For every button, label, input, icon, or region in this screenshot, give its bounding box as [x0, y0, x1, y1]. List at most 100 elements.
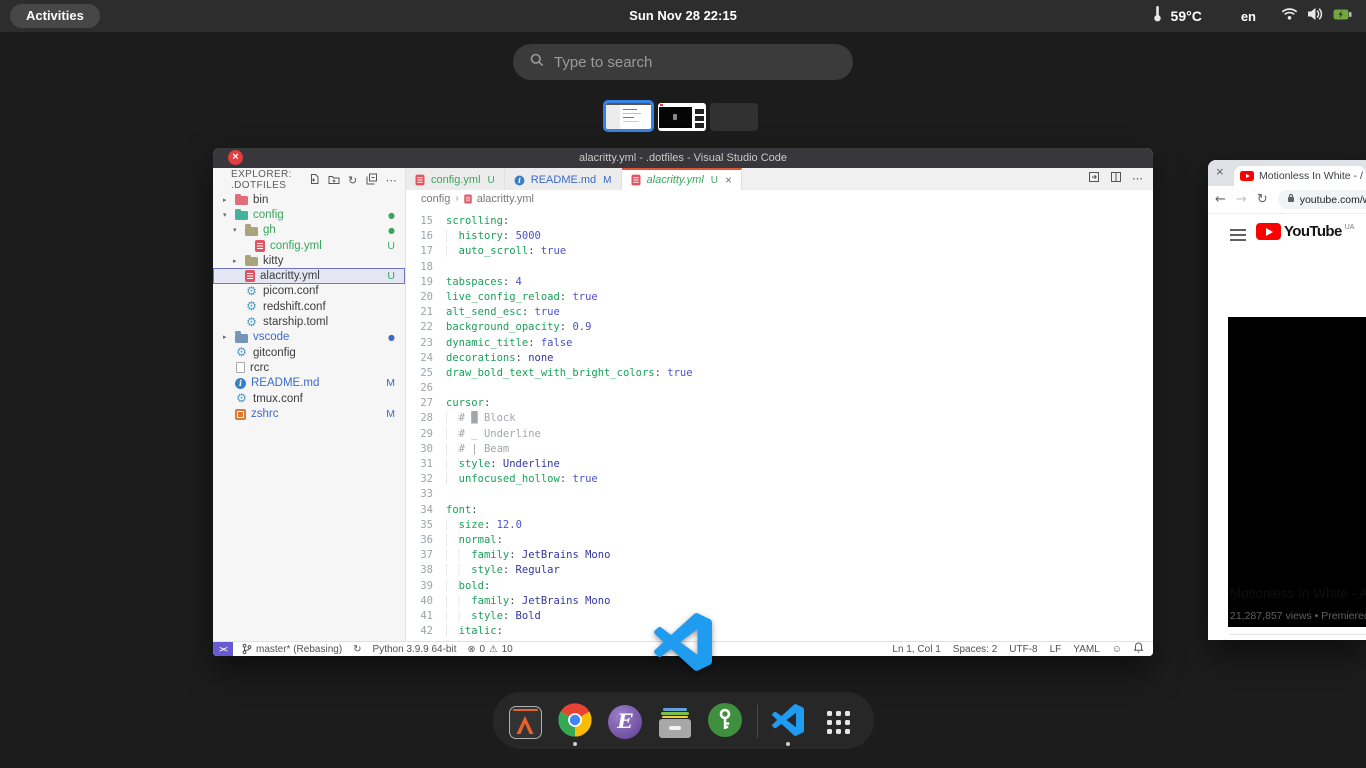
breadcrumb-parent[interactable]: config — [421, 193, 450, 205]
system-status-area[interactable]: 59°C en — [1153, 0, 1352, 32]
chrome-active-tab[interactable]: Motionless In White - / — [1234, 166, 1366, 186]
python-interpreter-item[interactable]: Python 3.9.9 64-bit — [373, 644, 457, 655]
window-close-button[interactable]: × — [1216, 165, 1224, 178]
code-line: 39 bold: — [406, 579, 1153, 594]
code-text: draw_bold_text_with_bright_colors: true — [446, 366, 693, 381]
explorer-item-picom-conf[interactable]: ⚙picom.conf — [213, 284, 405, 299]
explorer-item-kitty[interactable]: ▸kitty — [213, 253, 405, 268]
language-mode-item[interactable]: YAML — [1073, 644, 1100, 655]
editor-tab-readme-md[interactable]: README.mdM — [505, 168, 622, 190]
code-text: auto_scroll: true — [446, 244, 566, 259]
sync-icon[interactable]: ↻ — [353, 644, 361, 655]
chrome-window[interactable]: × Motionless In White - / ← → ↻ youtube.… — [1208, 160, 1366, 640]
notifications-bell-icon[interactable] — [1134, 642, 1143, 656]
feedback-icon[interactable]: ☺ — [1112, 644, 1122, 655]
code-line: 21alt_send_esc: true — [406, 305, 1153, 320]
keepass-icon — [708, 703, 742, 742]
editor-code[interactable]: 15scrolling:16 history: 500017 auto_scro… — [406, 208, 1153, 641]
code-text: family: JetBrains Mono — [446, 548, 610, 563]
new-folder-icon[interactable] — [328, 174, 340, 187]
remote-indicator[interactable]: >< — [213, 642, 233, 656]
window-close-button[interactable]: × — [228, 150, 243, 165]
dock-item-files[interactable] — [655, 702, 695, 742]
git-dot-icon: ● — [388, 333, 395, 342]
search-bar[interactable] — [513, 44, 853, 80]
tab-dirty-badge: U — [711, 175, 718, 186]
eol-item[interactable]: LF — [1050, 644, 1062, 655]
explorer-item-redshift-conf[interactable]: ⚙redshift.conf — [213, 299, 405, 314]
code-line: 38 style: Regular — [406, 563, 1153, 578]
dock-item-keepass[interactable] — [705, 702, 745, 742]
explorer-item-starship-toml[interactable]: ⚙starship.toml — [213, 314, 405, 329]
vscode-window[interactable]: alacritty.yml - .dotfiles - Visual Studi… — [213, 148, 1153, 656]
workspace-thumbnail-empty[interactable] — [710, 103, 758, 131]
dock-item-chrome[interactable] — [555, 702, 595, 742]
encoding-item[interactable]: UTF-8 — [1009, 644, 1037, 655]
explorer-item-gitconfig[interactable]: ⚙gitconfig — [213, 345, 405, 360]
indentation-item[interactable]: Spaces: 2 — [953, 644, 997, 655]
refresh-icon[interactable]: ↻ — [348, 175, 358, 186]
explorer-item-alacritty-yml[interactable]: alacritty.ymlU — [213, 268, 405, 283]
cursor-position-item[interactable]: Ln 1, Col 1 — [892, 644, 940, 655]
mini-thumb — [695, 116, 704, 121]
git-branch-item[interactable]: master* (Rebasing) — [242, 643, 342, 655]
branch-label: master* (Rebasing) — [256, 644, 342, 655]
problems-item[interactable]: ⊗ 0 ⚠ 10 — [468, 644, 513, 655]
explorer-item-config-yml[interactable]: config.ymlU — [213, 238, 405, 253]
vscode-titlebar[interactable]: alacritty.yml - .dotfiles - Visual Studi… — [213, 148, 1153, 168]
explorer-item-bin[interactable]: ▸bin — [213, 192, 405, 207]
explorer-item-zshrc[interactable]: zshrcM — [213, 406, 405, 421]
dock-item-alacritty[interactable] — [505, 702, 545, 742]
line-number: 37 — [406, 548, 446, 563]
youtube-page: YouTube UA Motionless In White - Anot 21… — [1208, 214, 1366, 640]
running-indicator-vscode — [786, 742, 790, 746]
toggle-layout-icon[interactable] — [1088, 170, 1100, 188]
tab-close-icon[interactable]: × — [725, 174, 732, 186]
more-actions-icon[interactable]: ⋯ — [386, 175, 397, 186]
explorer-item-readme-md[interactable]: README.mdM — [213, 376, 405, 391]
explorer-item-gh[interactable]: ▾gh● — [213, 223, 405, 238]
tab-dirty-badge: M — [603, 175, 611, 186]
gear-file-icon: ⚙ — [235, 346, 248, 359]
errors-icon: ⊗ — [468, 644, 476, 655]
back-icon[interactable]: ← — [1215, 193, 1226, 207]
line-number: 29 — [406, 427, 446, 442]
line-number: 30 — [406, 442, 446, 457]
dock-item-app-grid[interactable] — [818, 702, 858, 742]
workspace-thumbnail-active[interactable] — [603, 100, 654, 132]
hamburger-menu-icon[interactable] — [1230, 229, 1246, 244]
workspace-thumbnail-2[interactable] — [658, 103, 706, 131]
code-line: 16 history: 5000 — [406, 229, 1153, 244]
more-actions-icon[interactable]: ⋯ — [1132, 172, 1144, 185]
youtube-logo-text: YouTube — [1284, 223, 1342, 240]
breadcrumb-file[interactable]: alacritty.yml — [477, 193, 534, 205]
code-line: 15scrolling: — [406, 214, 1153, 229]
explorer-item-vscode[interactable]: ▸vscode● — [213, 330, 405, 345]
editor-tab-alacritty-yml[interactable]: alacritty.ymlU× — [622, 168, 743, 190]
explorer-item-tmux-conf[interactable]: ⚙tmux.conf — [213, 391, 405, 406]
editor-tab-config-yml[interactable]: config.ymlU — [406, 168, 505, 190]
video-player[interactable] — [1228, 317, 1366, 627]
gear-file-icon: ⚙ — [235, 392, 248, 405]
volume-icon — [1307, 7, 1324, 26]
explorer-item-rcrc[interactable]: rcrc — [213, 360, 405, 375]
dock-item-vscode[interactable] — [768, 702, 808, 742]
collapse-all-icon[interactable] — [366, 173, 378, 187]
explorer-tree: ▸bin▾config●▾gh●config.ymlU▸kittyalacrit… — [213, 192, 405, 421]
youtube-logo[interactable]: YouTube UA — [1256, 223, 1354, 240]
new-file-icon[interactable] — [309, 173, 320, 187]
git-status-badge: U — [387, 270, 395, 282]
editor-tab-actions: ⋯ — [1088, 168, 1153, 189]
forward-icon[interactable]: → — [1236, 193, 1247, 207]
code-line: 28 # █ Block — [406, 411, 1153, 426]
split-editor-icon[interactable] — [1110, 170, 1122, 188]
reload-icon[interactable]: ↻ — [1257, 193, 1268, 207]
explorer-item-config[interactable]: ▾config● — [213, 207, 405, 222]
code-text: scrolling: — [446, 214, 509, 229]
chevron-down-icon: ▾ — [223, 211, 235, 219]
search-input[interactable] — [554, 54, 824, 71]
top-bar: Activities Sun Nov 28 22:15 59°C en — [0, 0, 1366, 32]
dock-item-emacs[interactable]: E — [605, 702, 645, 742]
address-bar[interactable]: youtube.com/wa — [1278, 190, 1366, 209]
breadcrumb[interactable]: config › alacritty.yml — [406, 190, 1153, 207]
